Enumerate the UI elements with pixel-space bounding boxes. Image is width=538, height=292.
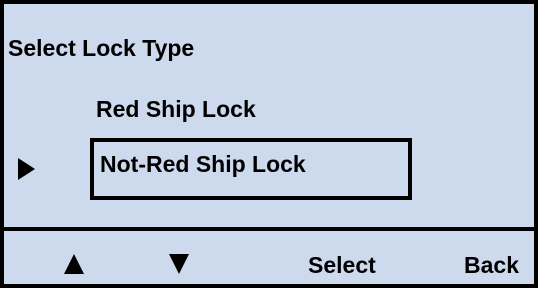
screen-title: Select Lock Type [8, 35, 195, 61]
menu-item-red-ship-lock[interactable]: Red Ship Lock [96, 95, 256, 123]
menu-item-not-red-ship-lock[interactable]: Not-Red Ship Lock [90, 138, 412, 200]
lcd-screen: Select Lock Type Red Ship Lock Not-Red S… [0, 0, 538, 288]
selection-pointer-icon [18, 158, 35, 180]
back-softkey[interactable]: Back [464, 251, 519, 279]
select-softkey[interactable]: Select [308, 251, 376, 279]
softkey-bar: Select Back [4, 227, 534, 292]
down-arrow-icon[interactable] [169, 254, 189, 274]
up-arrow-icon[interactable] [64, 254, 84, 274]
